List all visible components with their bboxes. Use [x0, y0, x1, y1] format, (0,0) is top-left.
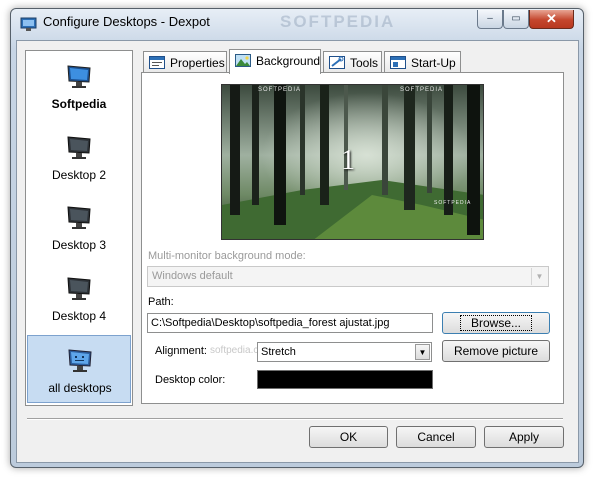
title-watermark: SOFTPEDIA [280, 12, 396, 31]
tab-background[interactable]: Background [229, 49, 321, 74]
monitor-icon [67, 136, 91, 159]
preview-watermark: SOFTPEDIA [434, 200, 472, 206]
desktop-number: 1 [341, 145, 355, 176]
monitor-icon [67, 277, 91, 300]
path-label: Path: [148, 296, 174, 308]
apply-button[interactable]: Apply [484, 426, 564, 448]
multi-monitor-select: Windows default [147, 266, 549, 287]
desktop-item-softpedia[interactable]: Softpedia [27, 52, 131, 120]
desktop-label: all desktops [48, 381, 112, 395]
footer-divider [27, 418, 563, 420]
ok-button[interactable]: OK [309, 426, 388, 448]
tab-tools[interactable]: Tools [323, 51, 382, 73]
desktop-item-desktop-2[interactable]: Desktop 2 [27, 123, 131, 191]
alignment-select[interactable]: Stretch [257, 342, 432, 362]
properties-icon [149, 56, 165, 69]
cancel-button[interactable]: Cancel [396, 426, 476, 448]
desktop-item-desktop-3[interactable]: Desktop 3 [27, 193, 131, 261]
tab-label: Properties [170, 56, 225, 70]
close-button[interactable]: ✕ [529, 10, 574, 29]
remove-picture-button[interactable]: Remove picture [442, 340, 550, 362]
tab-startup[interactable]: Start-Up [384, 51, 461, 73]
browse-button[interactable]: Browse... [442, 312, 550, 334]
window-title: Configure Desktops - Dexpot [43, 14, 210, 29]
app-icon [20, 17, 37, 31]
tools-icon [329, 56, 345, 69]
tab-label: Background [256, 54, 321, 68]
preview-watermark: SOFTPEDIA [258, 87, 302, 93]
path-input[interactable]: C:\Softpedia\Desktop\softpedia_forest aj… [147, 313, 433, 333]
wallpaper-preview: 1 SOFTPEDIA SOFTPEDIA SOFTPEDIA [221, 84, 484, 240]
desktop-item-desktop-4[interactable]: Desktop 4 [27, 264, 131, 332]
desktop-label: Softpedia [51, 97, 107, 111]
desktop-label: Desktop 4 [51, 309, 107, 323]
monitor-icon [67, 206, 91, 229]
startup-icon [390, 56, 406, 69]
chevron-down-icon[interactable]: ▼ [415, 344, 430, 360]
chevron-down-icon: ▼ [531, 268, 547, 285]
alignment-label: Alignment: [155, 345, 207, 357]
tab-label: Start-Up [411, 56, 456, 70]
browse-label: Browse... [459, 315, 532, 331]
tab-label: Tools [350, 56, 379, 70]
preview-watermark: SOFTPEDIA [400, 87, 444, 93]
multi-monitor-icon [68, 349, 92, 372]
minimize-button[interactable]: – [477, 10, 503, 29]
tab-properties[interactable]: Properties [143, 51, 227, 73]
maximize-button[interactable]: ▭ [503, 10, 529, 29]
monitor-icon [67, 65, 91, 88]
picture-icon [235, 54, 251, 67]
multi-monitor-label: Multi-monitor background mode: [148, 250, 306, 262]
desktop-item-all-desktops[interactable]: all desktops [27, 335, 131, 403]
desktop-color-swatch[interactable] [257, 370, 433, 389]
desktop-label: Desktop 3 [51, 238, 107, 252]
desktop-label: Desktop 2 [51, 168, 107, 182]
desktop-color-label: Desktop color: [155, 374, 226, 386]
